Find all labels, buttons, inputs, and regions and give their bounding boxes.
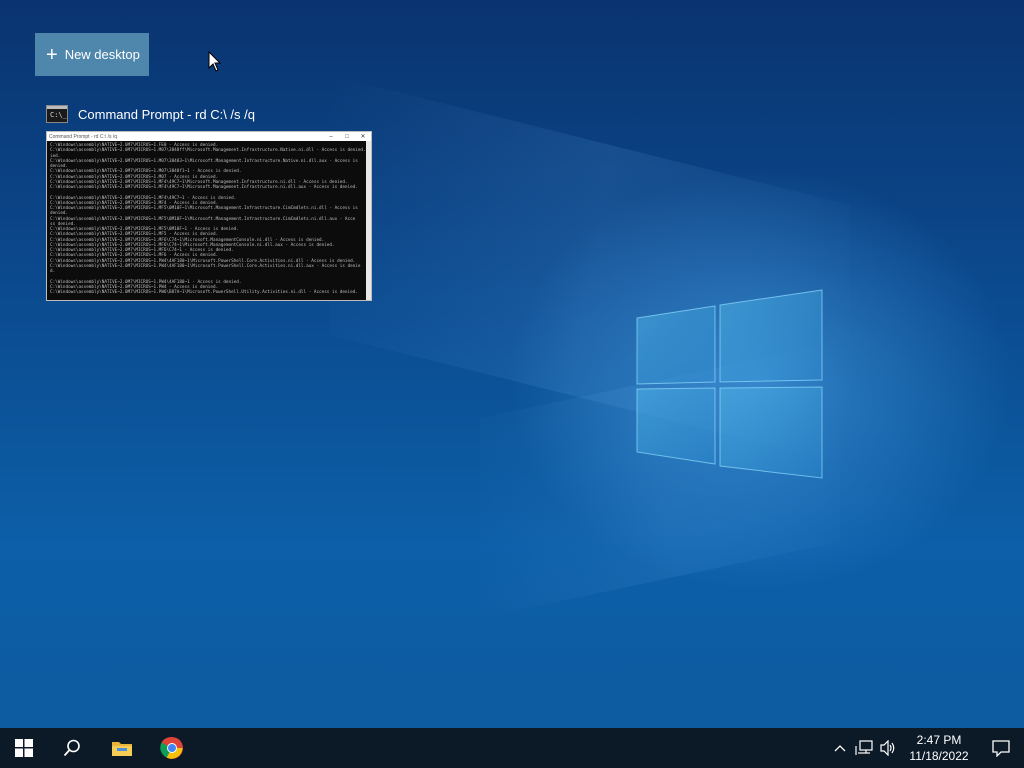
command-prompt-thumbnail[interactable]: Command Prompt - rd C:\ /s /q – □ ✕ C:\W… xyxy=(46,131,372,301)
show-hidden-icons-button[interactable] xyxy=(828,728,852,768)
taskbar: 2:47 PM 11/18/2022 xyxy=(0,728,1024,768)
volume-icon xyxy=(880,740,895,756)
console-line: C:\Windows\assembly\NATIVE~2.0M7\MICROS~… xyxy=(50,216,356,222)
maximize-icon: □ xyxy=(345,133,349,140)
start-button[interactable] xyxy=(0,728,48,768)
console-output: C:\Windows\assembly\NATIVE~2.0M7\MICROS~… xyxy=(47,141,371,297)
chrome-icon xyxy=(160,736,183,759)
console-line: C:\Windows\assembly\NATIVE~2.0M7\MICROS~… xyxy=(50,185,358,190)
command-prompt-icon-glyph: C:\_ xyxy=(50,111,67,119)
search-button[interactable] xyxy=(48,728,96,768)
action-center-icon xyxy=(992,740,1010,757)
chevron-up-icon xyxy=(834,745,846,752)
command-prompt-icon: C:\_ xyxy=(46,105,68,123)
new-desktop-label: New desktop xyxy=(64,47,140,62)
system-tray: 2:47 PM 11/18/2022 xyxy=(828,728,1024,768)
windows-logo-icon xyxy=(15,739,33,757)
search-icon xyxy=(63,739,80,757)
window-title-row[interactable]: C:\_ Command Prompt - rd C:\ /s /q xyxy=(46,105,255,123)
volume-button[interactable] xyxy=(876,728,900,768)
minimize-icon: – xyxy=(329,133,333,140)
console-line: C:\Windows\assembly\NATIVE~2.0M7\MICROS~… xyxy=(50,206,358,211)
action-center-button[interactable] xyxy=(978,728,1024,768)
file-explorer-button[interactable] xyxy=(96,728,148,768)
console-line: C:\Windows\assembly\NATIVE~2.0M7\MICROS~… xyxy=(50,263,361,269)
clock[interactable]: 2:47 PM 11/18/2022 xyxy=(900,732,978,764)
console-line: C:\Windows\assembly\NATIVE~2.0M7\MICROS~… xyxy=(50,158,358,164)
console-line: C:\Windows\assembly\NATIVE~2.0M7\MICROS~… xyxy=(50,290,358,295)
clock-date: 11/18/2022 xyxy=(909,749,969,763)
thumbnail-titlebar: Command Prompt - rd C:\ /s /q – □ ✕ xyxy=(47,132,371,141)
window-title: Command Prompt - rd C:\ /s /q xyxy=(78,106,255,122)
console-line: C:\Windows\assembly\NATIVE~2.0M7\MICROS~… xyxy=(50,148,366,154)
network-button[interactable] xyxy=(852,728,876,768)
new-desktop-button[interactable]: + New desktop xyxy=(35,33,149,76)
chrome-button[interactable] xyxy=(148,728,196,768)
mouse-cursor-icon xyxy=(208,51,222,72)
console-line: C:\Windows\assembly\NATIVE~2.0M7\MICROS~… xyxy=(50,237,325,243)
network-icon xyxy=(855,740,873,755)
folder-icon xyxy=(112,742,132,756)
close-icon: ✕ xyxy=(360,134,366,140)
plus-icon: + xyxy=(46,43,58,66)
thumbnail-title: Command Prompt - rd C:\ /s /q xyxy=(49,133,118,140)
console-line: C:\Windows\assembly\NATIVE~2.0M7\MICROS~… xyxy=(50,258,356,264)
console-scrollbar xyxy=(366,141,371,300)
clock-time: 2:47 PM xyxy=(916,733,962,747)
